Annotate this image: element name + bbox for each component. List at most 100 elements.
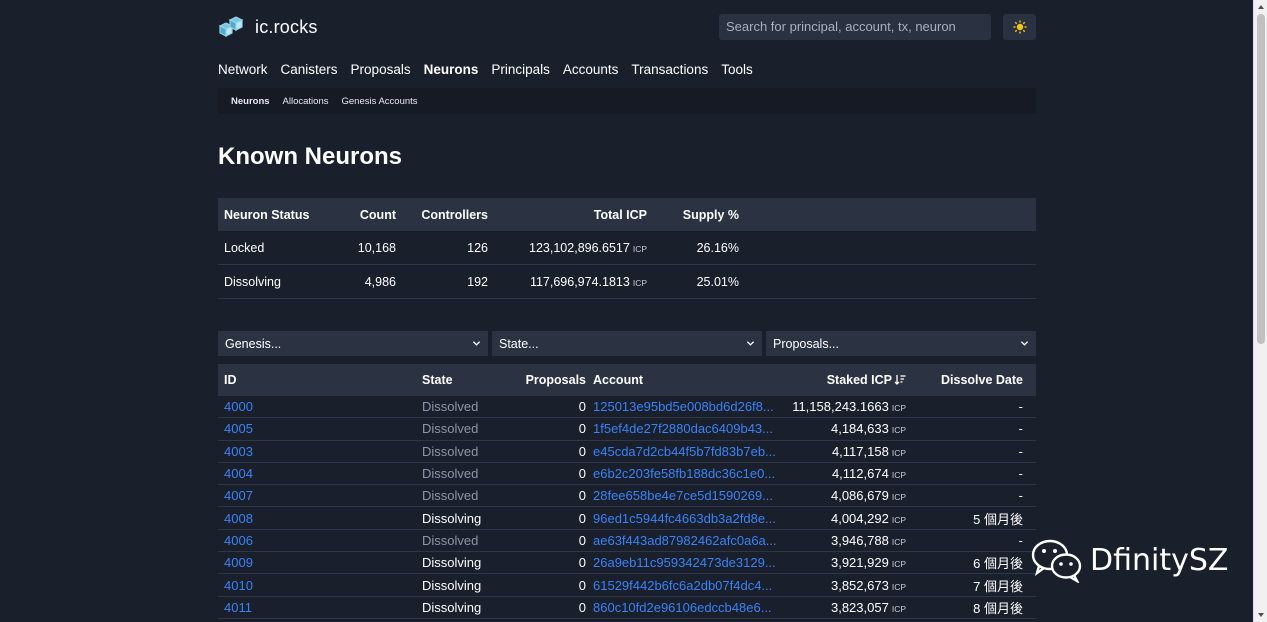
neuron-id-link[interactable]: 4007	[224, 488, 253, 503]
neuron-id-link[interactable]: 4006	[224, 533, 253, 548]
account-link[interactable]: e45cda7d2cb44f5b7fd83b7eb...	[593, 444, 776, 459]
main-nav: Network Canisters Proposals Neurons Prin…	[218, 62, 766, 77]
subnav-neurons[interactable]: Neurons	[231, 96, 270, 107]
header-proposals[interactable]: Proposals	[496, 373, 586, 387]
staked-value: 4,004,292	[830, 510, 889, 526]
neuron-id-link[interactable]: 4003	[224, 444, 253, 459]
header-dissolve-date[interactable]: Dissolve Date	[906, 373, 1030, 387]
account-cell: e45cda7d2cb44f5b7fd83b7eb...	[586, 444, 786, 459]
icp-unit: ICP	[891, 559, 906, 570]
account-link[interactable]: 28fee658be4e7ce5d1590269...	[593, 488, 773, 503]
nav-network[interactable]: Network	[218, 62, 268, 77]
account-link[interactable]: 96ed1c5944fc4663db3a2fd8e...	[593, 511, 776, 526]
state-cell: Dissolving	[422, 555, 482, 571]
state-cell: Dissolving	[422, 577, 482, 593]
proposals-cell: 0	[578, 399, 586, 415]
icp-unit: ICP	[891, 514, 906, 525]
table-row: 4010 Dissolving 0 61529f442b6fc6a2db07f4dc4…	[218, 574, 1036, 597]
neurons-body: 4000 Dissolved 0 125013e95bd5e008bd6d26f8..…	[218, 396, 1036, 619]
nav-transactions[interactable]: Transactions	[631, 62, 708, 77]
cubes-logo-icon	[218, 16, 244, 37]
header-account[interactable]: Account	[586, 373, 786, 387]
scrollbar-thumb[interactable]	[1257, 14, 1265, 344]
nav-neurons[interactable]: Neurons	[424, 62, 479, 77]
neuron-id-link[interactable]: 4010	[224, 578, 253, 593]
neuron-id-link[interactable]: 4004	[224, 466, 253, 481]
wechat-logo-icon	[1031, 539, 1082, 583]
nav-accounts[interactable]: Accounts	[563, 62, 619, 77]
logo[interactable]: ic.rocks	[218, 14, 318, 40]
nav-proposals[interactable]: Proposals	[351, 62, 411, 77]
icp-unit: ICP	[891, 581, 906, 592]
dissolve-date-cell: 7 個月後	[973, 578, 1023, 594]
state-cell: Dissolved	[422, 421, 479, 437]
vertical-scrollbar[interactable]	[1253, 0, 1267, 622]
genesis-filter-select[interactable]: Genesis...	[218, 331, 488, 356]
staked-value: 3,852,673	[830, 577, 889, 593]
scroll-down-arrow-icon[interactable]	[1257, 611, 1265, 619]
header-state[interactable]: State	[416, 373, 496, 387]
staked-value: 4,117,158	[831, 443, 889, 459]
neuron-id-cell: 4005	[218, 421, 416, 436]
proposals-cell: 0	[578, 532, 586, 548]
total-value: 117,696,974.1813	[529, 274, 630, 289]
neurons-header-row: ID State Proposals Account Staked ICP Di…	[218, 364, 1036, 396]
account-cell: 61529f442b6fc6a2db07f4dc4...	[586, 578, 786, 593]
dissolve-date-cell: -	[1018, 532, 1023, 548]
state-filter-select[interactable]: State...	[492, 331, 762, 356]
header-id[interactable]: ID	[218, 373, 416, 387]
account-link[interactable]: 1f5ef4de27f2880dac6409b43...	[593, 421, 773, 436]
header-supply: Supply %	[682, 207, 739, 222]
page-title: Known Neurons	[218, 143, 402, 170]
account-link[interactable]: 61529f442b6fc6a2db07f4dc4...	[593, 578, 772, 593]
dissolve-date-cell: -	[1018, 443, 1023, 459]
nav-canisters[interactable]: Canisters	[281, 62, 338, 77]
neuron-id-cell: 4010	[218, 578, 416, 593]
state-cell: Dissolved	[422, 532, 479, 548]
account-cell: 125013e95bd5e008bd6d26f8...	[586, 399, 786, 414]
sun-icon	[1013, 20, 1026, 34]
icp-unit: ICP	[891, 425, 906, 436]
account-link[interactable]: 26a9eb11c959342473de3129...	[593, 555, 776, 570]
state-cell: Dissolving	[422, 599, 482, 615]
staked-value: 4,112,674	[831, 466, 889, 482]
subnav-genesis-accounts[interactable]: Genesis Accounts	[342, 96, 418, 107]
neuron-id-link[interactable]: 4000	[224, 399, 253, 414]
table-row: 4005 Dissolved 0 1f5ef4de27f2880dac6409b43.…	[218, 418, 1036, 441]
total-value: 123,102,896.6517	[529, 240, 630, 255]
neuron-id-link[interactable]: 4008	[224, 511, 253, 526]
header-total-icp: Total ICP	[593, 207, 647, 222]
controllers-cell: 126	[467, 240, 488, 255]
neuron-id-link[interactable]: 4009	[224, 555, 253, 570]
neuron-id-link[interactable]: 4011	[224, 600, 252, 615]
scroll-up-arrow-icon[interactable]	[1257, 3, 1265, 11]
nav-principals[interactable]: Principals	[491, 62, 550, 77]
staked-value: 3,823,057	[830, 599, 889, 615]
search-input[interactable]: Search for principal, account, tx, neuro…	[719, 14, 991, 40]
dissolve-date-cell: 6 個月後	[973, 556, 1023, 572]
account-link[interactable]: ae63f443ad87982462afc0a6a...	[593, 533, 777, 548]
neuron-id-link[interactable]: 4005	[224, 421, 253, 436]
theme-toggle-button[interactable]	[1003, 14, 1036, 40]
staked-icp-cell: 3,921,929 ICP	[786, 555, 906, 570]
subnav-allocations[interactable]: Allocations	[283, 96, 329, 107]
total-cell: 117,696,974.1813 ICP	[488, 275, 647, 289]
proposals-cell: 0	[578, 466, 586, 482]
table-row: 4011 Dissolving 0 860c10fd2e96106edccb48e6.…	[218, 597, 1036, 619]
header-staked-icp[interactable]: Staked ICP	[786, 373, 906, 387]
account-link[interactable]: 860c10fd2e96106edccb48e6...	[593, 600, 772, 615]
controllers-cell: 192	[467, 274, 488, 289]
icp-unit: ICP	[891, 536, 906, 547]
count-cell: 4,986	[364, 274, 396, 289]
sort-descending-icon	[894, 375, 906, 385]
nav-tools[interactable]: Tools	[721, 62, 753, 77]
table-row: 4006 Dissolved 0 ae63f443ad87982462afc0a6a.…	[218, 530, 1036, 553]
dissolve-date-cell: -	[1018, 488, 1023, 504]
account-link[interactable]: e6b2c203fe58fb188dc36c1e0...	[593, 466, 775, 481]
logo-text: ic.rocks	[255, 16, 318, 37]
proposals-filter-select[interactable]: Proposals...	[766, 331, 1036, 356]
neuron-id-cell: 4003	[218, 444, 416, 459]
neuron-id-cell: 4000	[218, 399, 416, 414]
account-link[interactable]: 125013e95bd5e008bd6d26f8...	[593, 399, 774, 414]
proposals-cell: 0	[578, 577, 586, 593]
